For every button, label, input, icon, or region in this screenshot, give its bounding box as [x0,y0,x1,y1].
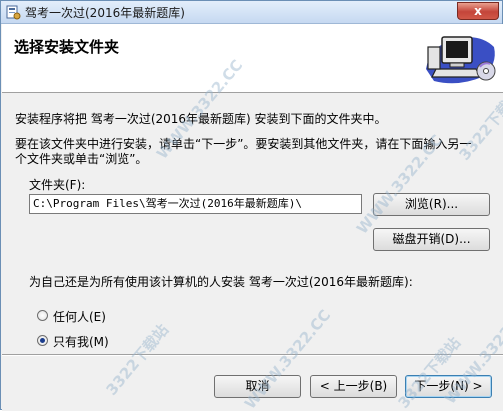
footer-separator [2,354,503,356]
radio-just-me-label[interactable]: 只有我(M) [53,333,109,350]
radio-selected-dot [40,338,45,343]
intro-text: 安装程序将把 驾考一次过(2016年最新题库) 安装到下面的文件夹中。 [15,112,387,126]
installer-app-icon [6,5,21,20]
back-button[interactable]: < 上一步(B) [310,375,397,398]
folder-label: 文件夹(F): [29,178,86,192]
next-button-label: 下一步(N) > [414,379,483,393]
folder-path-input[interactable]: C:\Program Files\驾考一次过(2016年最新题库)\ [29,194,362,214]
browse-button-label: 浏览(R)... [404,197,459,211]
page-title: 选择安装文件夹 [14,38,120,56]
window-title: 驾考一次过(2016年最新题库) [25,6,185,20]
close-icon: x [474,4,482,18]
title-bar[interactable]: 驾考一次过(2016年最新题库) x [1,1,502,24]
disk-cost-button[interactable]: 磁盘开销(D)... [373,228,490,251]
page-header: 选择安装文件夹 [2,24,503,93]
back-button-label: < 上一步(B) [319,379,388,393]
computer-cd-icon [426,36,496,84]
browse-button[interactable]: 浏览(R)... [373,193,490,216]
cancel-button-label: 取消 [245,379,270,393]
next-button[interactable]: 下一步(N) > [405,375,492,398]
radio-just-me[interactable] [37,335,48,346]
installer-window: 驾考一次过(2016年最新题库) x 选择安装文件夹 安装程序将把 驾考一次过(… [0,0,503,413]
close-button[interactable]: x [457,2,499,20]
dialog-body: 安装程序将把 驾考一次过(2016年最新题库) 安装到下面的文件夹中。 要在该文… [2,93,503,411]
radio-everyone[interactable] [37,310,48,321]
instruction-text-line2: 个文件夹或单击“浏览”。 [15,152,148,166]
radio-everyone-label[interactable]: 任何人(E) [53,308,106,325]
install-for-label: 为自己还是为所有使用该计算机的人安装 驾考一次过(2016年最新题库): [29,275,413,289]
cancel-button[interactable]: 取消 [214,375,301,398]
disk-cost-button-label: 磁盘开销(D)... [392,232,471,246]
